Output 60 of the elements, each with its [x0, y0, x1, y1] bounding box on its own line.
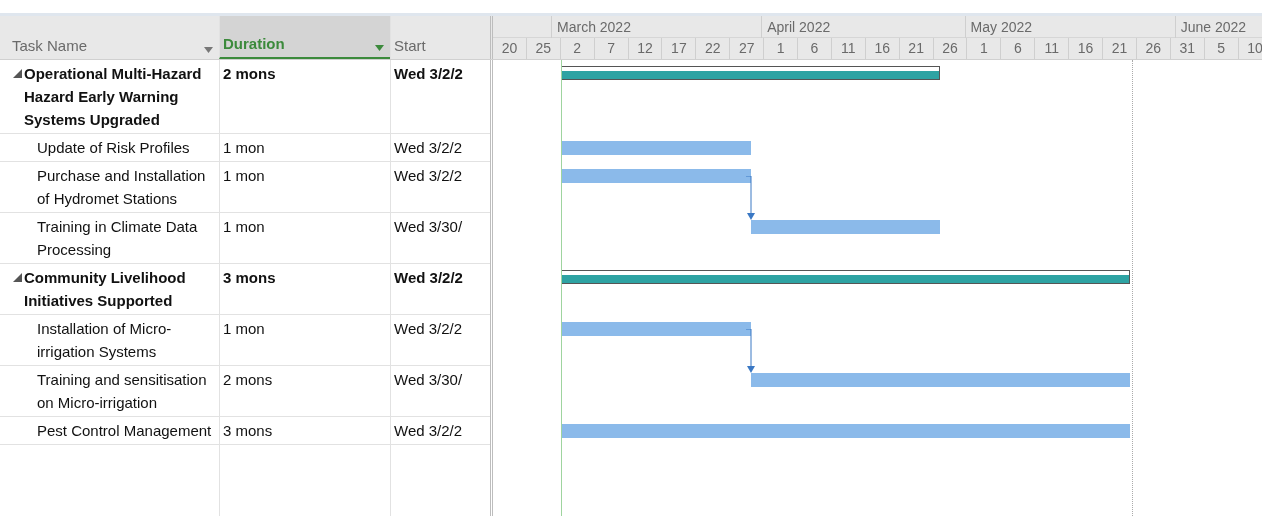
start-cell: Wed 3/2/2	[394, 139, 463, 156]
day-label: 17	[662, 38, 697, 59]
day-label: 31	[1170, 38, 1205, 59]
task-name: Pest Control Management	[37, 421, 212, 441]
summary-bar[interactable]	[560, 66, 941, 80]
task-name: Update of Risk Profiles	[37, 138, 190, 158]
month-label: May 2022	[964, 16, 1033, 38]
day-label: 27	[730, 38, 765, 59]
task-name: Community Livelihood Initiatives Supported	[24, 268, 187, 311]
duration-cell: 2 mons	[223, 371, 273, 388]
start-cell: Wed 3/30/	[394, 218, 463, 235]
day-label: 21	[1103, 38, 1137, 59]
day-label: 16	[865, 38, 900, 59]
day-label: 20	[493, 38, 527, 59]
day-label: 21	[899, 38, 934, 59]
day-label: 11	[831, 38, 866, 59]
column-header[interactable]: Task Name	[0, 16, 219, 59]
day-label: 12	[628, 38, 663, 59]
collapse-icon[interactable]	[13, 273, 22, 282]
day-label: 10	[1238, 38, 1262, 59]
day-label: 2	[560, 38, 595, 59]
start-cell: Wed 3/2/2	[394, 422, 463, 439]
duration-cell: 3 mons	[223, 269, 276, 286]
month-label: April 2022	[761, 16, 831, 38]
task-name: Installation of Micro-irrigation Systems	[37, 319, 173, 362]
start-cell: Wed 3/30/	[394, 371, 463, 388]
dropdown-icon[interactable]	[204, 47, 213, 53]
day-label: 16	[1069, 38, 1104, 59]
summary-bar[interactable]	[560, 270, 1131, 284]
start-cell: Wed 3/2/2	[394, 320, 463, 337]
collapse-icon[interactable]	[13, 69, 22, 78]
day-label: 7	[594, 38, 629, 59]
day-label: 1	[967, 38, 1002, 59]
start-cell: Wed 3/2/2	[394, 167, 463, 184]
day-label: 22	[696, 38, 731, 59]
day-label: 5	[1204, 38, 1239, 59]
duration-cell: 2 mons	[223, 65, 276, 82]
duration-cell: 1 mon	[223, 139, 265, 156]
day-label: 26	[933, 38, 968, 59]
task-name: Training and sensitisation on Micro-irrigation	[37, 370, 208, 413]
day-label: 1	[764, 38, 798, 59]
duration-cell: 1 mon	[223, 218, 265, 235]
month-label: June 2022	[1174, 16, 1247, 38]
day-label: 25	[526, 38, 561, 59]
dropdown-icon[interactable]	[375, 45, 384, 51]
duration-cell: 1 mon	[223, 167, 265, 184]
day-label: 6	[798, 38, 832, 59]
column-header[interactable]: Start	[390, 16, 490, 59]
task-name: Training in Climate Data Processing	[37, 217, 199, 260]
start-cell: Wed 3/2/2	[394, 65, 463, 82]
day-label: 11	[1035, 38, 1070, 59]
duration-cell: 3 mons	[223, 422, 273, 439]
column-header[interactable]: Duration	[219, 16, 390, 59]
task-name: Purchase and Installation of Hydromet Stations	[37, 166, 207, 209]
start-cell: Wed 3/2/2	[394, 269, 463, 286]
day-label: 26	[1136, 38, 1171, 59]
month-label: March 2022	[551, 16, 631, 38]
task-name: Operational Multi-Hazard Hazard Early Warning Systems Upgraded	[24, 64, 203, 130]
duration-cell: 1 mon	[223, 320, 265, 337]
day-label: 6	[1001, 38, 1036, 59]
